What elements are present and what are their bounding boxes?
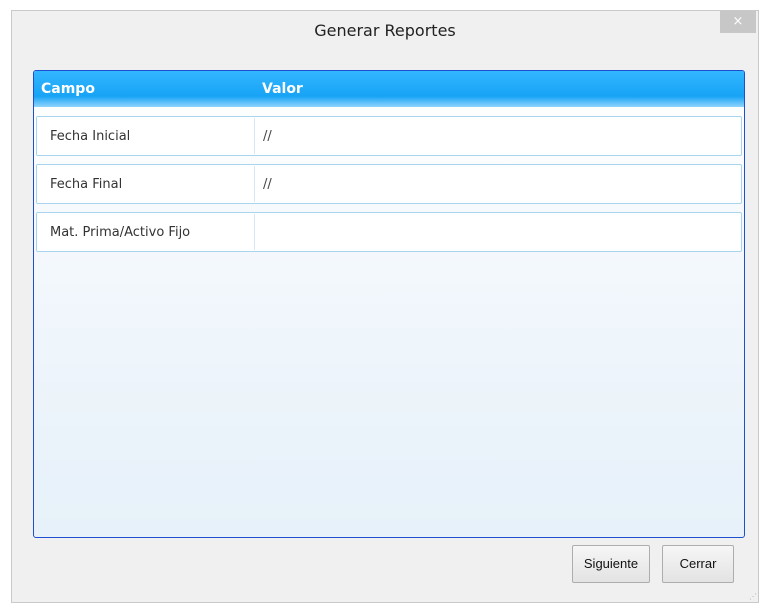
cerrar-button[interactable]: Cerrar (662, 545, 734, 583)
next-button[interactable]: Siguiente (572, 545, 650, 583)
grid-row-mat-prima[interactable]: Mat. Prima/Activo Fijo (36, 212, 742, 252)
row-label: Fecha Final (38, 166, 255, 202)
fields-grid: Campo Valor Fecha Inicial // Fecha Final… (33, 70, 745, 538)
dialog-title: Generar Reportes (314, 21, 456, 40)
fecha-final-value[interactable]: // (261, 166, 738, 202)
close-icon[interactable]: × (720, 11, 756, 33)
resize-grip-icon[interactable]: ⋰ (749, 593, 757, 601)
grid-row-fecha-final[interactable]: Fecha Final // (36, 164, 742, 204)
column-header-valor[interactable]: Valor (262, 81, 303, 97)
column-header-campo[interactable]: Campo (41, 81, 95, 97)
row-label: Fecha Inicial (38, 118, 255, 154)
report-dialog: Generar Reportes × Campo Valor Fecha Ini… (11, 10, 759, 603)
mat-prima-value[interactable] (261, 214, 738, 250)
grid-row-fecha-inicial[interactable]: Fecha Inicial // (36, 116, 742, 156)
row-label: Mat. Prima/Activo Fijo (38, 214, 255, 250)
title-bar[interactable]: Generar Reportes × (12, 11, 758, 53)
grid-header: Campo Valor (34, 71, 744, 107)
fecha-inicial-value[interactable]: // (261, 118, 738, 154)
